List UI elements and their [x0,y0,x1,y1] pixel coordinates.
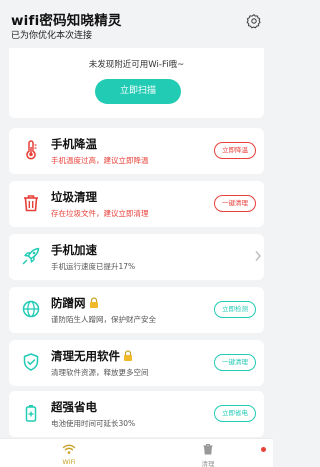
feature-title: 垃圾清理 [51,190,97,204]
one-click-clean-button[interactable]: 一键清理 [214,195,256,212]
nav-label-wifi: WiFi [62,458,76,466]
feature-title-text: 清理无用软件 [51,349,120,363]
feature-title: 超强省电 [51,400,97,414]
nav-tab-wifi[interactable]: WiFi [49,443,89,466]
nav-label-clean: 清理 [201,460,215,467]
one-click-clean-button[interactable]: 一键清理 [214,354,256,371]
feature-card-junk-clean[interactable]: 垃圾清理 存在垃圾文件，建议立即清理 一键清理 [9,181,264,227]
no-wifi-message: 未发现附近可用Wi-Fi哦~ [88,60,185,70]
app-subtitle: 已为你优化本次连接 [11,31,93,41]
feature-desc: 电池使用时间可延长30% [51,419,136,428]
battery-icon [25,405,37,422]
feature-card-clean-apps[interactable]: 清理无用软件 清理软件资源，释放更多空间 一键清理 [9,340,264,386]
shield-check-icon [23,353,39,371]
trash-icon [24,195,38,212]
app-title: wifi密码知晓精灵 [11,13,122,29]
globe-icon [22,300,40,318]
feature-desc: 存在垃圾文件，建议立即清理 [51,209,149,218]
feature-desc: 手机运行速度已提升17% [51,262,136,271]
save-power-button[interactable]: 立即省电 [214,405,256,422]
feature-card-power-save[interactable]: 超强省电 电池使用时间可延长30% 立即省电 [9,391,264,437]
cool-down-button[interactable]: 立即降温 [214,142,256,159]
scan-button[interactable]: 立即扫描 [95,79,181,104]
trash-icon [203,443,213,455]
bottom-nav: WiFi 清理 [0,438,273,467]
feature-desc: 清理软件资源，释放更多空间 [51,368,149,377]
app-header: wifi密码知晓精灵 已为你优化本次连接 [0,0,273,52]
nav-tab-clean[interactable]: 清理 [188,443,228,467]
feature-title: 手机降温 [51,137,97,151]
scan-card: 未发现附近可用Wi-Fi哦~ 立即扫描 [9,48,264,118]
gear-icon[interactable] [246,13,262,29]
notification-dot [261,447,266,452]
feature-title-text: 防蹭网 [51,296,86,310]
feature-card-speed-up[interactable]: 手机加速 手机运行速度已提升17% [9,234,264,280]
feature-desc: 手机温度过高，建议立即降温 [51,156,149,165]
detect-now-button[interactable]: 立即检测 [214,301,256,318]
lock-icon [124,350,132,361]
feature-title: 清理无用软件 [51,348,133,364]
feature-title: 防蹭网 [51,295,99,311]
feature-title: 手机加速 [51,243,97,257]
feature-desc: 谨防陌生人蹭网，保护财产安全 [51,315,156,324]
feature-card-cooling[interactable]: 手机降温 手机温度过高，建议立即降温 立即降温 [9,128,264,174]
thermometer-icon [26,140,37,160]
wifi-icon [62,444,76,454]
lock-icon [89,297,98,308]
rocket-icon [22,247,40,265]
chevron-right-icon [255,251,261,261]
feature-card-anti-freeload[interactable]: 防蹭网 谨防陌生人蹭网，保护财产安全 立即检测 [9,287,264,333]
